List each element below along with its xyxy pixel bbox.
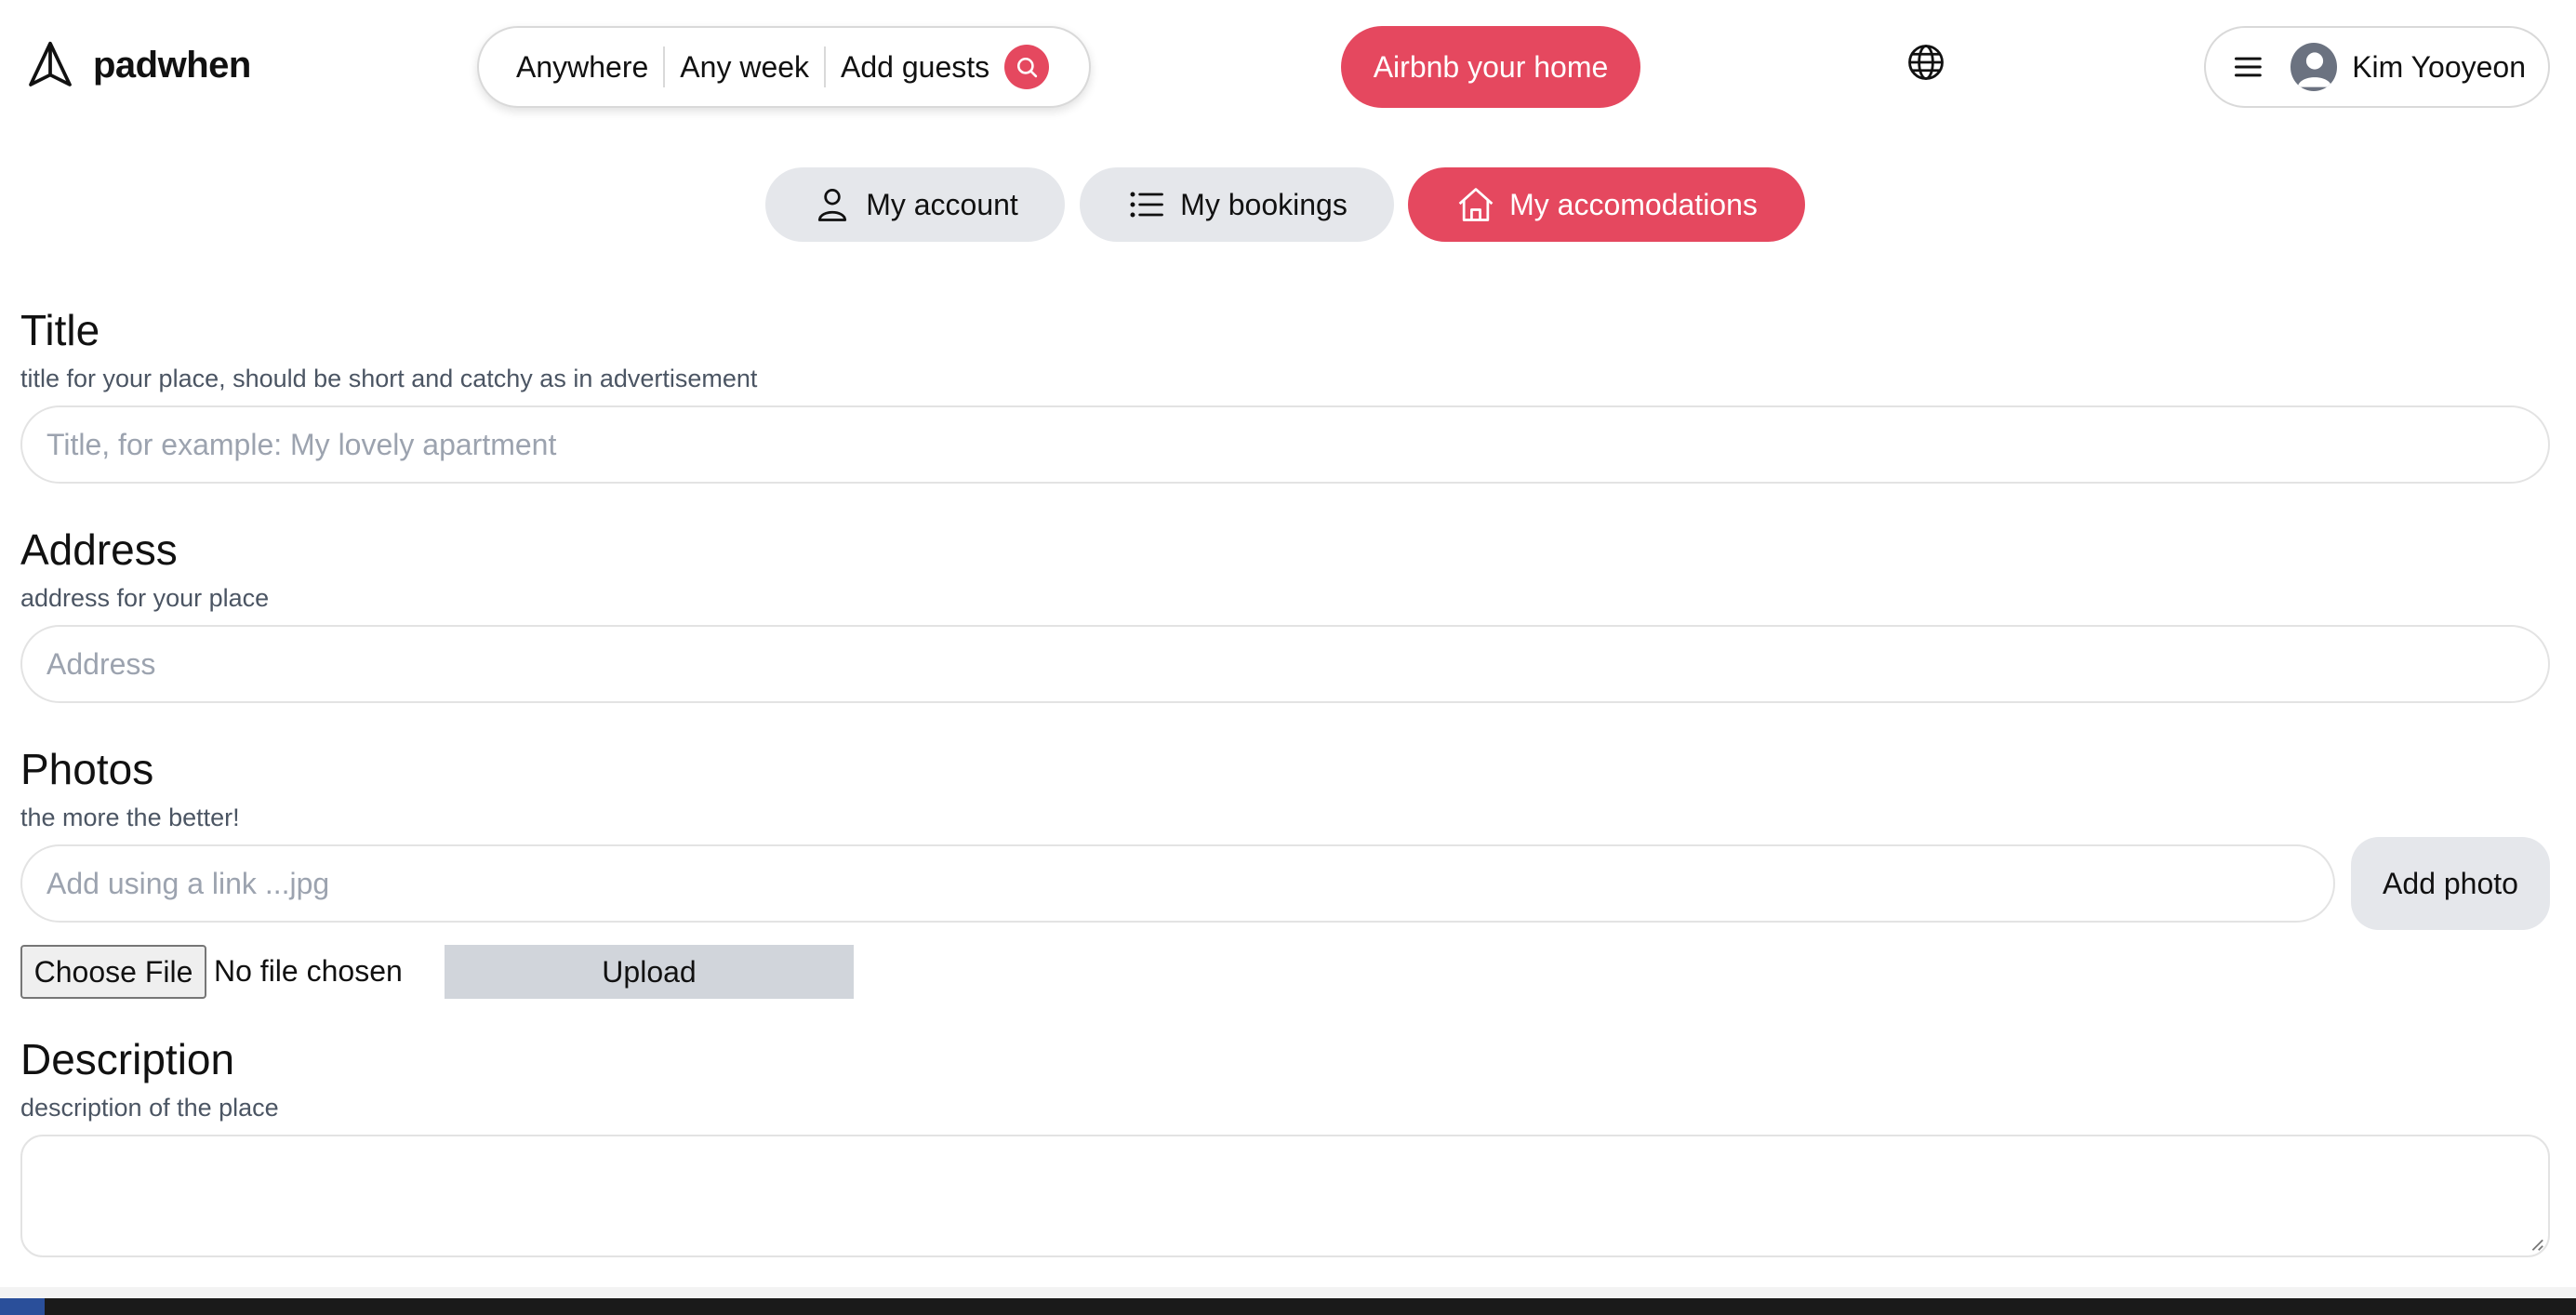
- logo[interactable]: padwhen: [24, 37, 251, 93]
- tab-label: My bookings: [1180, 187, 1348, 221]
- tab-label: My account: [866, 187, 1018, 221]
- dock-edge-accent: [0, 1298, 45, 1315]
- choose-file-button[interactable]: Choose File: [20, 945, 206, 999]
- search-where[interactable]: Anywhere: [516, 50, 648, 85]
- user-name: Kim Yooyeon: [2352, 49, 2526, 84]
- description-heading: Description: [20, 1035, 235, 1083]
- airbnb-your-home-button[interactable]: Airbnb your home: [1341, 26, 1640, 108]
- list-icon: [1130, 192, 1164, 218]
- user-icon: [818, 189, 847, 221]
- user-menu-button[interactable]: Kim Yooyeon: [2204, 26, 2550, 108]
- add-photo-button[interactable]: Add photo: [2351, 837, 2550, 930]
- upload-button[interactable]: Upload: [445, 945, 854, 999]
- tab-my-accomodations[interactable]: My accomodations: [1408, 167, 1805, 242]
- avatar: [2290, 43, 2338, 91]
- tab-my-account[interactable]: My account: [765, 167, 1065, 242]
- title-heading: Title: [20, 306, 100, 354]
- description-hint: description of the place: [20, 1094, 279, 1122]
- file-status-text: No file chosen: [214, 954, 403, 988]
- description-textarea[interactable]: [20, 1135, 2550, 1257]
- search-bar[interactable]: Anywhere Any week Add guests: [477, 26, 1091, 108]
- search-guests[interactable]: Add guests: [841, 50, 989, 85]
- address-input[interactable]: Address: [20, 625, 2550, 703]
- account-tabs: My account My bookings My accomodations: [0, 167, 2576, 242]
- title-hint: title for your place, should be short an…: [20, 365, 758, 392]
- home-icon: [1458, 188, 1494, 221]
- address-input-placeholder: Address: [46, 646, 156, 681]
- address-heading: Address: [20, 525, 178, 574]
- search-divider: [663, 46, 666, 87]
- hamburger-menu-icon: [2235, 57, 2262, 77]
- logo-text: padwhen: [93, 44, 251, 86]
- tab-my-bookings[interactable]: My bookings: [1080, 167, 1394, 242]
- tab-label: My accomodations: [1509, 187, 1758, 221]
- photo-link-placeholder: Add using a link ...jpg: [46, 866, 330, 900]
- search-button[interactable]: [1004, 45, 1050, 89]
- photos-heading: Photos: [20, 745, 154, 793]
- paper-plane-logo-icon: [29, 41, 72, 86]
- globe-icon[interactable]: [1906, 43, 1945, 82]
- title-input[interactable]: Title, for example: My lovely apartment: [20, 405, 2550, 484]
- address-hint: address for your place: [20, 584, 270, 612]
- photo-link-input[interactable]: Add using a link ...jpg: [20, 844, 2335, 923]
- search-divider: [824, 46, 827, 87]
- title-input-placeholder: Title, for example: My lovely apartment: [46, 427, 557, 461]
- user-avatar-icon: [2297, 52, 2332, 87]
- top-navbar: padwhen Anywhere Any week Add guests Air…: [0, 0, 2576, 139]
- resize-handle-icon[interactable]: [2528, 1235, 2544, 1252]
- search-when[interactable]: Any week: [680, 50, 809, 85]
- photos-hint: the more the better!: [20, 804, 240, 831]
- dock-edge: [0, 1298, 2576, 1315]
- search-icon: [1017, 57, 1038, 78]
